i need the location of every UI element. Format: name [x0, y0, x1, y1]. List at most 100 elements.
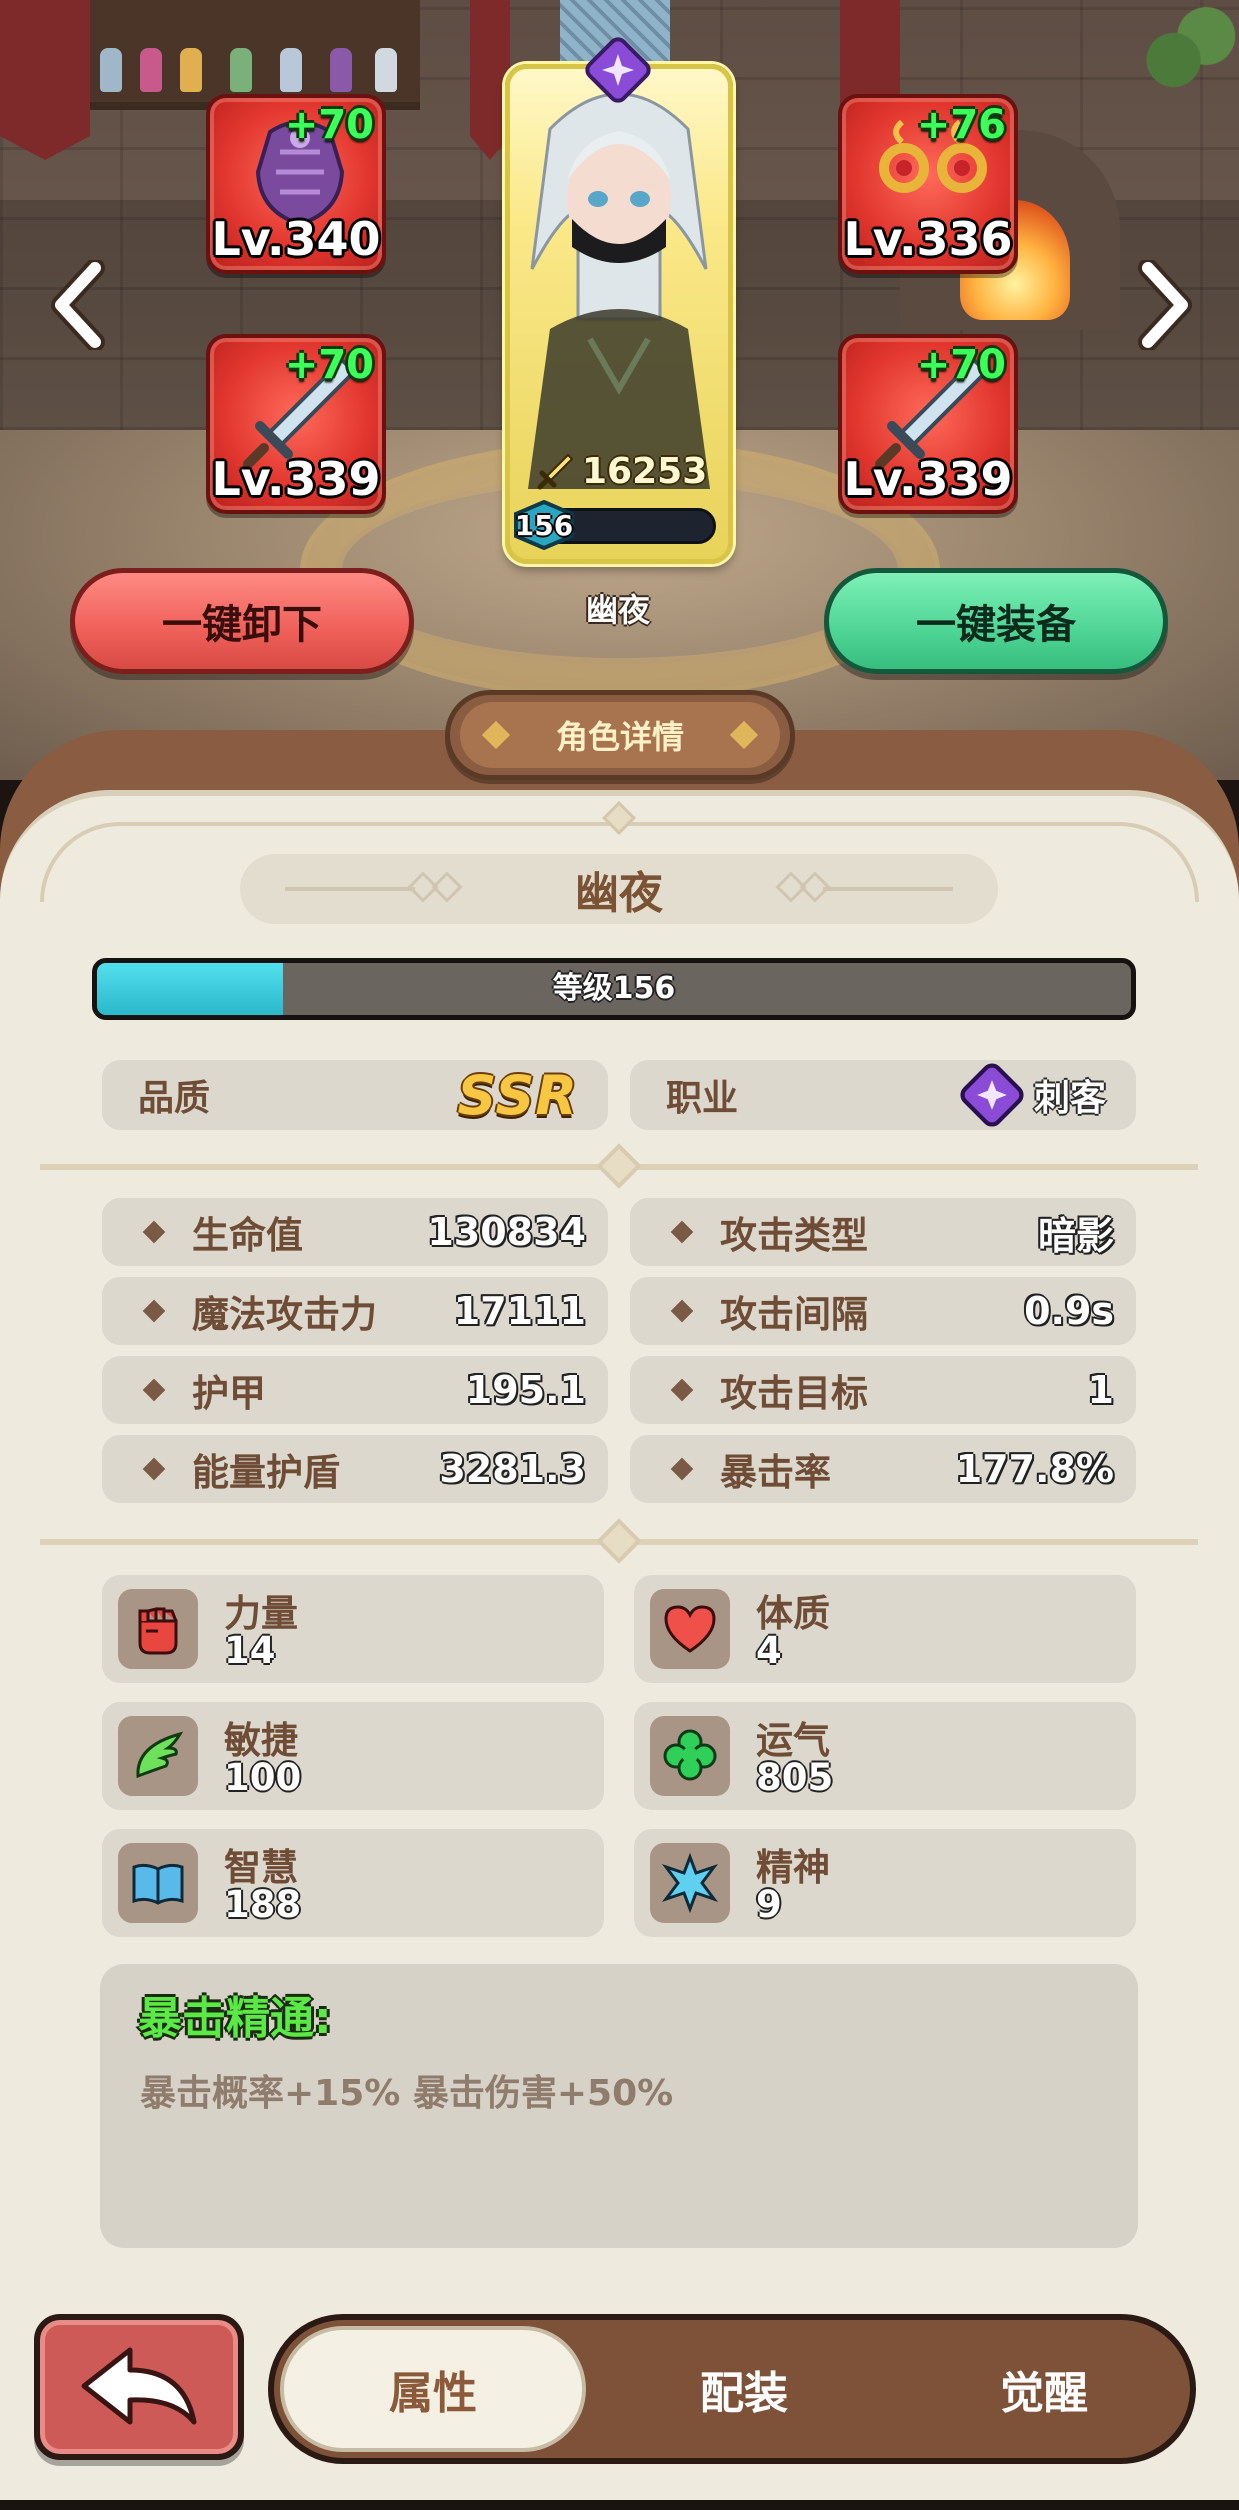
attr-value: 805 — [756, 1756, 834, 1799]
stat-value: 1 — [1087, 1368, 1114, 1412]
power-sword-icon — [537, 453, 574, 490]
tab-gear[interactable]: 配装 — [594, 2320, 894, 2458]
attr-agility: 敏捷 100 — [102, 1702, 604, 1810]
back-button[interactable] — [34, 2314, 244, 2460]
ornament-diamond-icon — [481, 720, 511, 750]
assassin-class-icon — [585, 37, 651, 103]
stat-value: 3281.3 — [439, 1447, 586, 1491]
unequip-all-button[interactable]: 一键卸下 — [70, 568, 414, 674]
clover-icon — [650, 1716, 730, 1796]
plant — [1130, 0, 1239, 120]
stat-value: 17111 — [453, 1289, 586, 1333]
job-label: 职业 — [666, 1078, 739, 1119]
section-divider — [40, 1143, 1198, 1189]
hero-portrait — [528, 92, 710, 489]
stat-attack-type: 攻击类型 暗影 — [630, 1198, 1136, 1266]
stat-attack-interval: 攻击间隔 0.9s — [630, 1277, 1136, 1345]
chevron-right-icon — [1138, 260, 1192, 350]
tab-awaken[interactable]: 觉醒 — [894, 2320, 1194, 2458]
book-icon — [118, 1843, 198, 1923]
enhance-level: +70 — [284, 342, 374, 388]
quality-value: SSR — [457, 1063, 578, 1127]
attr-constitution: 体质 4 — [634, 1575, 1136, 1683]
stat-value: 130834 — [427, 1210, 586, 1254]
stat-label: 生命值 — [192, 1214, 303, 1257]
fist-icon — [118, 1589, 198, 1669]
bullet-diamond-icon — [670, 1457, 694, 1481]
attr-value: 188 — [224, 1883, 302, 1926]
equip-slot-weapon[interactable]: +70 Lv.339 — [206, 334, 386, 514]
bullet-diamond-icon — [670, 1220, 694, 1244]
attr-luck: 运气 805 — [634, 1702, 1136, 1810]
stat-hp: 生命值 130834 — [102, 1198, 608, 1266]
attr-value: 9 — [756, 1883, 782, 1926]
name-plate-deco — [823, 887, 953, 891]
next-hero-button[interactable] — [1131, 255, 1201, 355]
bottom-tab-bar: 属性 配装 觉醒 — [268, 2314, 1196, 2464]
heart-icon — [650, 1589, 730, 1669]
bullet-diamond-icon — [670, 1299, 694, 1323]
stat-label: 魔法攻击力 — [192, 1293, 377, 1336]
spirit-icon — [650, 1843, 730, 1923]
stat-energy-shield: 能量护盾 3281.3 — [102, 1435, 608, 1503]
attr-strength: 力量 14 — [102, 1575, 604, 1683]
panel-title: 角色详情 — [555, 718, 684, 756]
hero-name-title: 幽夜 — [575, 868, 663, 919]
equip-slot-armor[interactable]: +70 Lv.340 — [206, 94, 386, 274]
ornament-diamond-icon — [431, 871, 463, 903]
attr-wisdom: 智慧 188 — [102, 1829, 604, 1937]
stat-label: 暴击率 — [720, 1451, 831, 1494]
attr-value: 14 — [224, 1629, 276, 1672]
bottom-edge — [0, 2500, 1239, 2510]
equip-all-button[interactable]: 一键装备 — [824, 568, 1168, 674]
stat-value: 177.8% — [955, 1447, 1114, 1491]
level-text: 等级156 — [552, 971, 676, 1006]
stat-value: 195.1 — [465, 1368, 586, 1412]
hero-name: 幽夜 — [585, 591, 650, 629]
prev-hero-button[interactable] — [42, 255, 112, 355]
quality-row: 品质 SSR — [102, 1060, 608, 1130]
panel-title-tab: 角色详情 — [445, 690, 795, 780]
skill-title: 暴击精通: — [138, 1993, 332, 2044]
hero-power-value: 16253 — [582, 450, 708, 492]
stat-label: 护甲 — [192, 1372, 266, 1415]
attr-spirit: 精神 9 — [634, 1829, 1136, 1937]
attr-value: 4 — [756, 1629, 782, 1672]
stat-label: 攻击间隔 — [720, 1293, 868, 1336]
equip-slot-earrings[interactable]: +76 Lv.336 — [838, 94, 1018, 274]
item-level: Lv.339 — [211, 452, 381, 506]
stat-armor: 护甲 195.1 — [102, 1356, 608, 1424]
job-row: 职业 刺客 — [630, 1060, 1136, 1130]
stat-crit-rate: 暴击率 177.8% — [630, 1435, 1136, 1503]
stat-value: 暗影 — [1037, 1213, 1114, 1258]
stat-magic-attack: 魔法攻击力 17111 — [102, 1277, 608, 1345]
item-level: Lv.339 — [843, 452, 1013, 506]
enhance-level: +76 — [916, 102, 1006, 148]
bullet-diamond-icon — [142, 1220, 166, 1244]
item-level: Lv.336 — [843, 212, 1013, 266]
back-arrow-icon — [81, 2347, 197, 2425]
stat-label: 攻击目标 — [720, 1372, 868, 1415]
enhance-level: +70 — [916, 342, 1006, 388]
job-value: 刺客 — [1033, 1078, 1106, 1119]
passive-skill-box: 暴击精通: 暴击概率+15% 暴击伤害+50% — [100, 1964, 1138, 2248]
stat-attack-targets: 攻击目标 1 — [630, 1356, 1136, 1424]
wall-banner — [0, 0, 90, 160]
hero-level-value: 156 — [514, 508, 574, 542]
stat-value: 0.9s — [1024, 1289, 1114, 1333]
assassin-class-icon — [960, 1063, 1024, 1127]
stat-label: 能量护盾 — [192, 1451, 340, 1494]
quality-label: 品质 — [138, 1078, 211, 1119]
attr-value: 100 — [224, 1756, 302, 1799]
stat-label: 攻击类型 — [720, 1214, 868, 1257]
bullet-diamond-icon — [142, 1299, 166, 1323]
wing-icon — [118, 1716, 198, 1796]
skill-description: 暴击概率+15% 暴击伤害+50% — [140, 2073, 674, 2114]
name-plate-deco — [285, 887, 415, 891]
hero-level-badge: 156 — [512, 500, 576, 550]
bullet-diamond-icon — [142, 1457, 166, 1481]
hero-power: 16253 — [536, 448, 716, 494]
tab-attributes[interactable]: 属性 — [280, 2326, 586, 2452]
experience-bar: 等级156 — [92, 958, 1136, 1020]
equip-slot-offhand[interactable]: +70 Lv.339 — [838, 334, 1018, 514]
